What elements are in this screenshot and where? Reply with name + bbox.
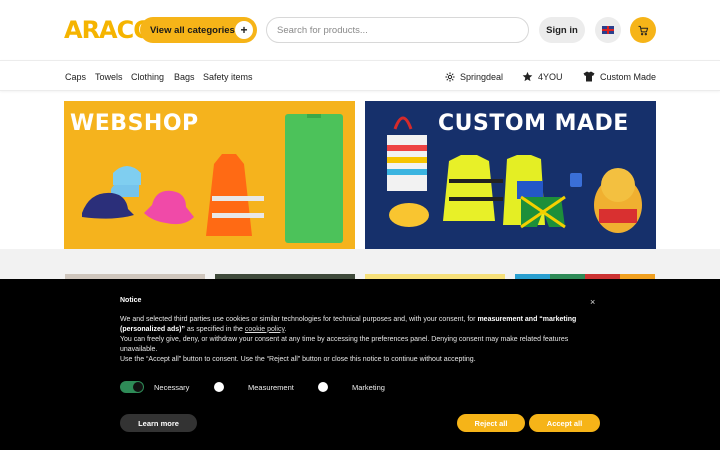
webshop-banner[interactable]: WEBSHOP: [64, 101, 355, 249]
uk-flag-icon: [602, 26, 614, 34]
close-icon[interactable]: ×: [590, 297, 595, 307]
reject-all-button[interactable]: Reject all: [457, 414, 525, 432]
sun-icon: [445, 71, 455, 82]
search-input[interactable]: [266, 17, 529, 43]
nav-link-clothing[interactable]: Clothing: [131, 61, 164, 92]
necessary-label: Necessary: [154, 382, 190, 392]
cookie-notice-text: We and selected third parties use cookie…: [120, 315, 590, 365]
necessary-toggle[interactable]: [120, 381, 144, 393]
measurement-toggle[interactable]: [214, 382, 224, 392]
plus-icon: +: [235, 21, 253, 39]
nav-link-safety-items[interactable]: Safety items: [203, 61, 253, 92]
necessary-toggle-row: Necessary: [120, 381, 189, 393]
webshop-products-illustration: [82, 114, 343, 243]
cookie-notice: Notice × We and selected third parties u…: [0, 279, 720, 450]
cookie-text-part-2: as specified in the: [184, 325, 245, 333]
sign-in-label: Sign in: [546, 24, 578, 36]
measurement-toggle-row: Measurement: [214, 381, 294, 393]
cookie-notice-title: Notice: [120, 297, 142, 304]
custom-made-label: Custom Made: [600, 71, 657, 82]
marketing-toggle[interactable]: [318, 382, 328, 392]
marketing-toggle-row: Marketing: [318, 381, 385, 393]
cookie-policy-link[interactable]: cookie policy: [245, 326, 285, 333]
4you-label: 4YOU: [538, 71, 563, 82]
cookie-text-buttons: Use the “Accept all” button to consent. …: [120, 355, 476, 363]
nav-link-4you[interactable]: 4YOU: [522, 61, 563, 92]
sign-in-button[interactable]: Sign in: [539, 17, 585, 43]
springdeal-label: Springdeal: [460, 71, 504, 82]
cart-button[interactable]: [630, 17, 656, 43]
cookie-text-consent: You can freely give, deny, or withdraw y…: [120, 335, 569, 353]
site-header: ARACO View all categories + Sign in: [0, 0, 720, 60]
nav-link-caps[interactable]: Caps: [65, 61, 86, 92]
cookie-text-part-3: .: [284, 325, 287, 333]
star-icon: [522, 71, 533, 82]
cookie-text-part-1: We and selected third parties use cookie…: [120, 316, 478, 323]
custom-products-illustration: [387, 116, 642, 233]
learn-more-button[interactable]: Learn more: [120, 414, 197, 432]
measurement-label: Measurement: [248, 382, 294, 392]
nav-link-towels[interactable]: Towels: [95, 61, 123, 92]
view-all-categories-label: View all categories: [150, 24, 235, 36]
view-all-categories-button[interactable]: View all categories +: [140, 17, 257, 43]
marketing-label: Marketing: [352, 382, 385, 392]
category-nav: Caps Towels Clothing Bags Safety items S…: [0, 60, 720, 91]
tshirt-icon: [583, 71, 595, 82]
nav-link-bags[interactable]: Bags: [174, 61, 195, 92]
nav-link-custom-made[interactable]: Custom Made: [583, 61, 656, 92]
cart-icon: [637, 25, 648, 35]
accept-all-button[interactable]: Accept all: [529, 414, 600, 432]
nav-link-springdeal[interactable]: Springdeal: [445, 61, 503, 92]
language-button[interactable]: [595, 17, 621, 43]
custom-made-banner[interactable]: CUSTOM MADE: [365, 101, 656, 249]
